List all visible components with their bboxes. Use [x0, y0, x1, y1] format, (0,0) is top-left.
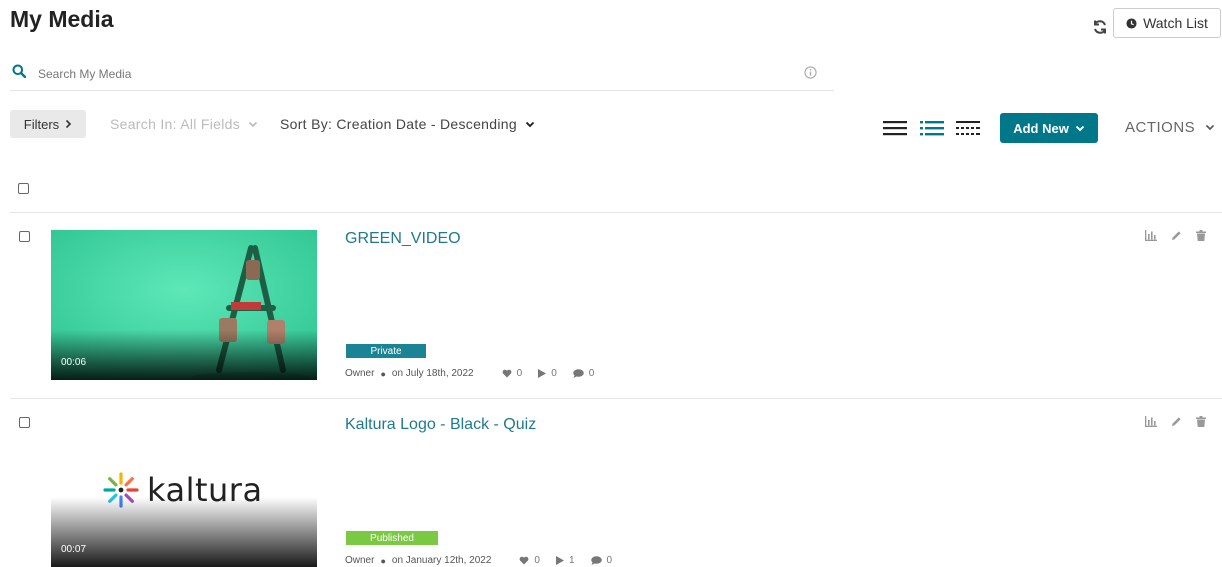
- media-thumbnail[interactable]: kaltura 00:07: [51, 417, 317, 567]
- view-list-icon: [883, 121, 907, 136]
- row-actions: [1145, 416, 1206, 427]
- chevron-down-icon: [248, 121, 258, 127]
- chevron-down-icon: [1075, 125, 1084, 131]
- add-new-button[interactable]: Add New: [1000, 113, 1098, 143]
- comment-icon: [590, 556, 602, 565]
- delete-icon[interactable]: [1196, 230, 1206, 241]
- edit-icon[interactable]: [1171, 230, 1182, 241]
- select-all-checkbox[interactable]: [18, 183, 29, 194]
- media-checkbox[interactable]: [19, 231, 30, 242]
- sort-by-dropdown[interactable]: Sort By: Creation Date - Descending: [280, 116, 535, 132]
- owner-label: Owner: [345, 555, 375, 566]
- date-label: on July 18th, 2022: [391, 368, 474, 379]
- play-icon: [555, 556, 564, 565]
- search-in-dropdown[interactable]: Search In: All Fields: [110, 116, 258, 132]
- search-in-label: Search In: All Fields: [110, 116, 241, 132]
- search-icon: [12, 64, 26, 78]
- heart-icon: [520, 556, 529, 565]
- status-badge: Private: [346, 344, 426, 358]
- likes-stat: 0: [519, 555, 540, 566]
- media-title-link[interactable]: GREEN_VIDEO: [345, 230, 461, 248]
- view-compact-button[interactable]: [955, 118, 981, 138]
- filters-label: Filters: [23, 116, 60, 132]
- analytics-icon[interactable]: [1145, 230, 1157, 241]
- refresh-button[interactable]: [1090, 17, 1110, 37]
- add-new-label: Add New: [1013, 120, 1069, 136]
- view-list-button[interactable]: [882, 118, 908, 138]
- duration-label: 00:06: [61, 357, 87, 368]
- view-compact-icon: [956, 121, 980, 135]
- likes-count: 0: [516, 368, 523, 379]
- info-icon[interactable]: [804, 66, 817, 79]
- watch-list-label: Watch List: [1143, 15, 1208, 31]
- comments-count: 0: [588, 368, 595, 379]
- refresh-icon: [1094, 20, 1106, 34]
- edit-icon[interactable]: [1171, 416, 1182, 427]
- duration-label: 00:07: [61, 544, 87, 555]
- bullet: ●: [380, 555, 386, 566]
- likes-count: 0: [534, 555, 540, 566]
- plays-stat: 0: [538, 368, 557, 379]
- heart-icon: [502, 369, 512, 378]
- owner-label: Owner: [345, 368, 375, 379]
- play-icon: [538, 369, 547, 378]
- divider: [10, 398, 1222, 399]
- plays-stat: 1: [555, 555, 575, 566]
- view-detailed-button[interactable]: [919, 118, 945, 138]
- media-checkbox[interactable]: [19, 417, 30, 428]
- date-label: on January 12th, 2022: [391, 555, 492, 566]
- analytics-icon[interactable]: [1145, 416, 1157, 427]
- comments-stat: 0: [590, 555, 613, 566]
- comment-icon: [572, 369, 584, 378]
- bullet: ●: [380, 368, 386, 379]
- clock-icon: [1126, 17, 1137, 29]
- plays-count: 0: [551, 368, 557, 379]
- sort-by-label: Sort By: Creation Date - Descending: [280, 116, 517, 132]
- media-title-link[interactable]: Kaltura Logo - Black - Quiz: [345, 416, 536, 434]
- comments-count: 0: [606, 555, 613, 566]
- chevron-down-icon: [1206, 124, 1215, 131]
- media-meta: Owner ● on January 12th, 2022 0 1 0: [345, 555, 612, 566]
- row-actions: [1145, 230, 1206, 241]
- comments-stat: 0: [572, 368, 595, 379]
- page-title: My Media: [10, 6, 114, 32]
- media-thumbnail[interactable]: 00:06: [51, 230, 317, 380]
- filters-button[interactable]: Filters: [10, 110, 86, 138]
- plays-count: 1: [568, 555, 575, 566]
- status-badge: Published: [346, 531, 438, 545]
- likes-stat: 0: [502, 368, 523, 379]
- chevron-down-icon: [525, 121, 535, 127]
- thumbnail-shade: [51, 497, 317, 567]
- chevron-right-icon: [66, 119, 72, 129]
- divider: [10, 212, 1222, 213]
- watch-list-button[interactable]: Watch List: [1113, 8, 1221, 38]
- search-input[interactable]: [36, 63, 780, 85]
- actions-label: ACTIONS: [1125, 119, 1196, 136]
- media-meta: Owner ● on July 18th, 2022 0 0 0: [345, 368, 594, 379]
- search-bar: [10, 58, 834, 91]
- thumbnail-shade: [51, 330, 317, 380]
- view-detailed-icon: [920, 121, 944, 136]
- delete-icon[interactable]: [1196, 416, 1206, 427]
- actions-dropdown[interactable]: ACTIONS: [1125, 119, 1215, 136]
